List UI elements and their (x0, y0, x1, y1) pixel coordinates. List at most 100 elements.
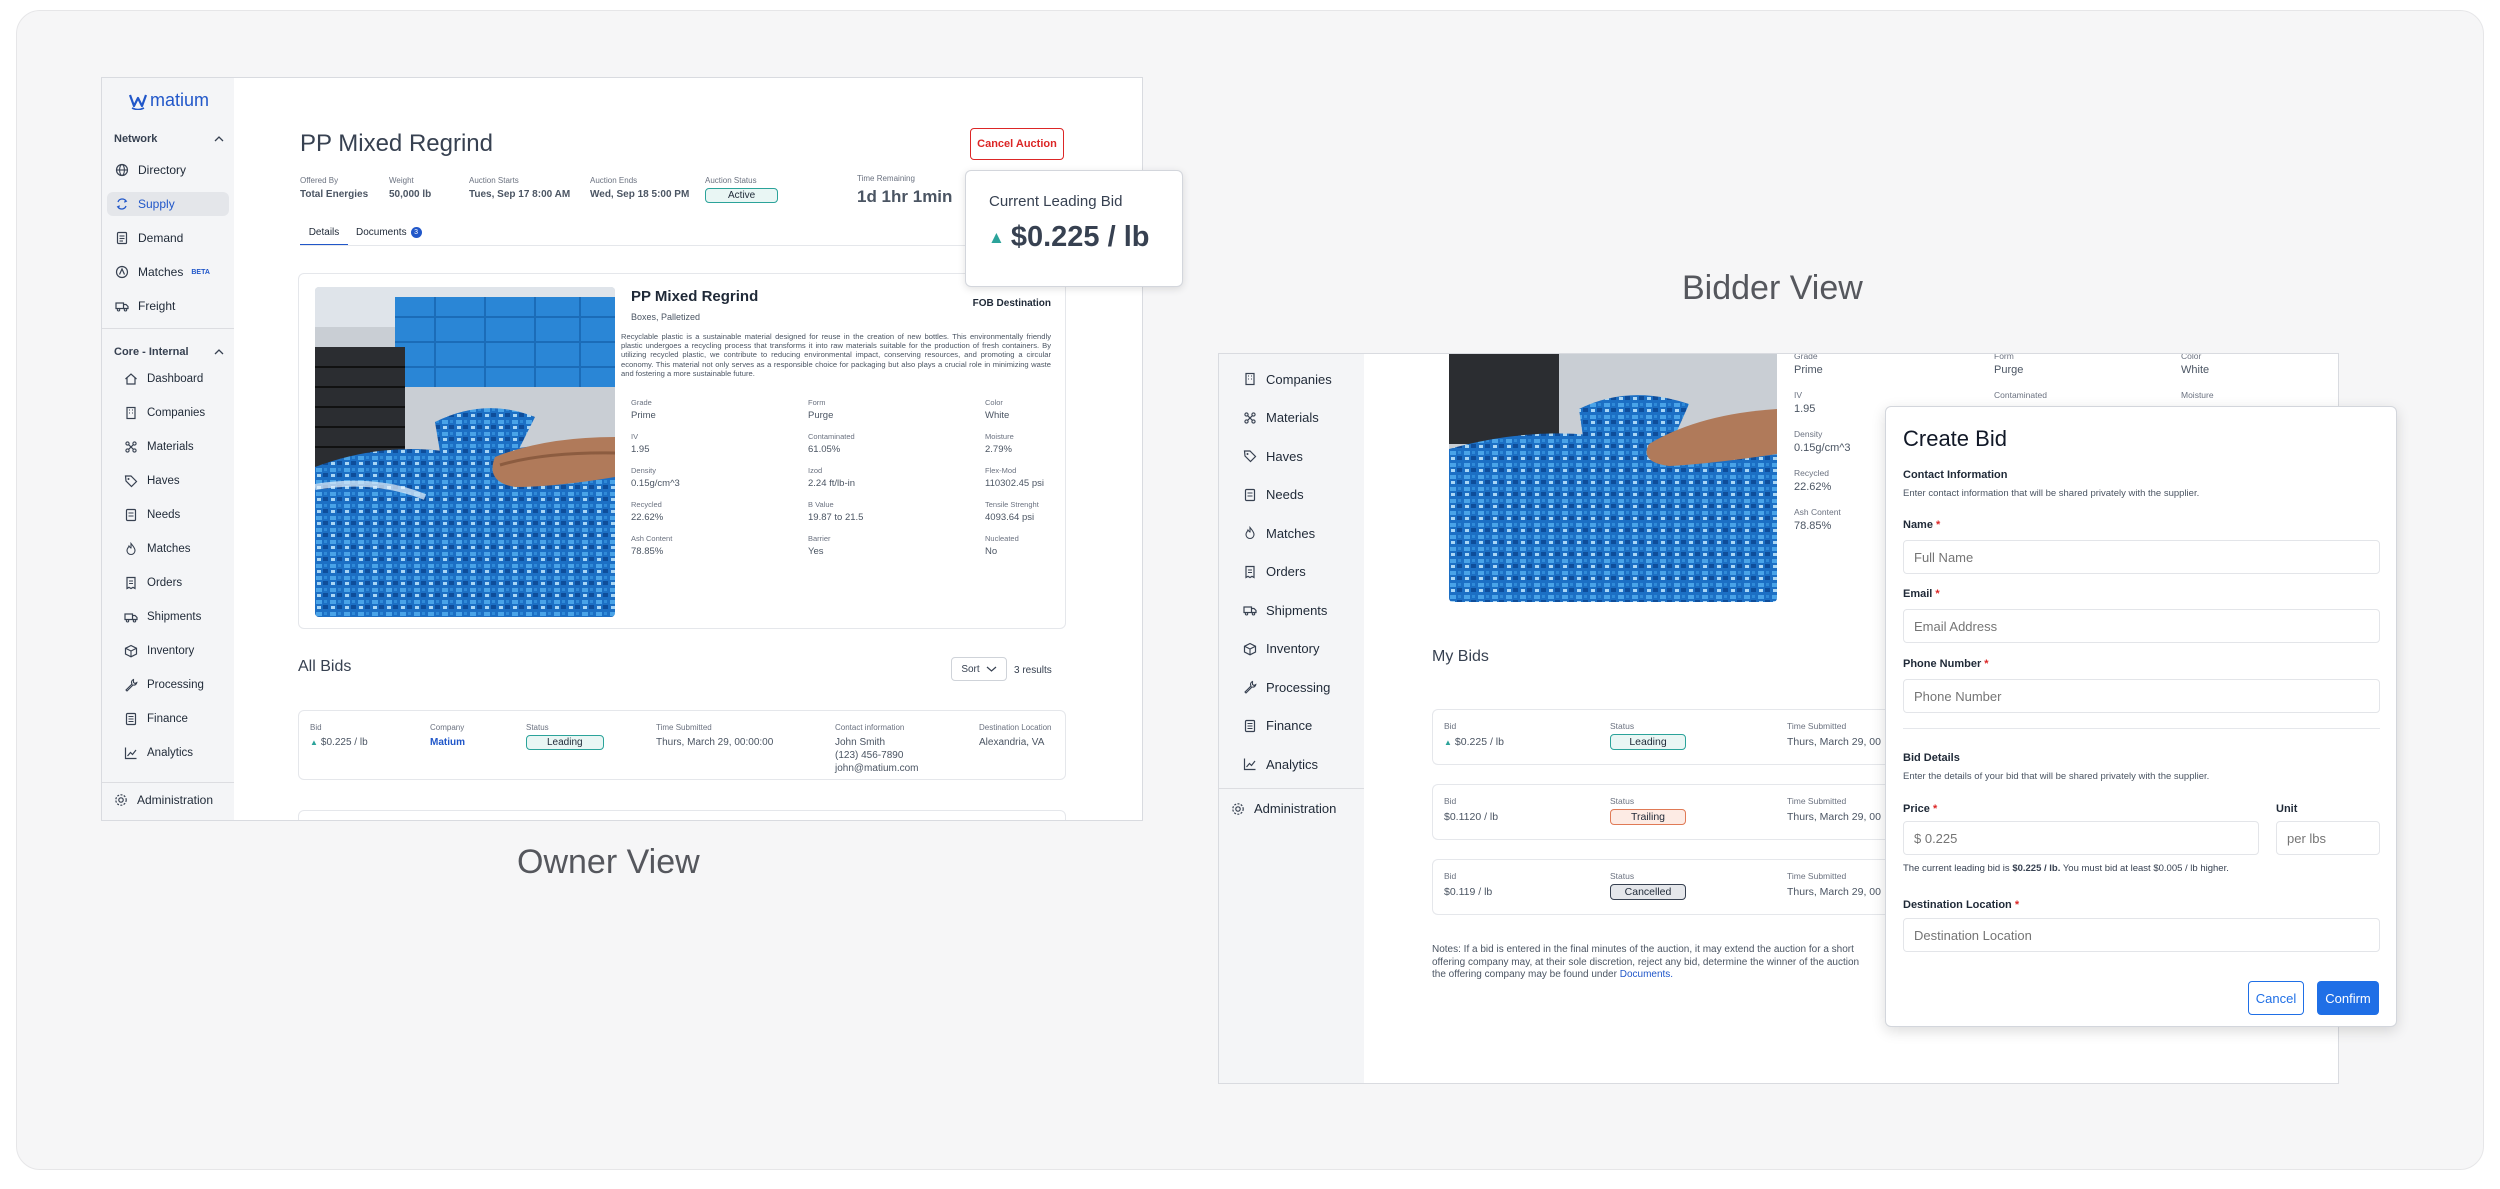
sidebar-item-demand[interactable]: Demand (107, 226, 229, 250)
spec-value: 0.15g/cm^3 (1794, 442, 1851, 454)
spec-label: Recycled (1794, 468, 1829, 478)
spec-label: Contaminated (808, 432, 855, 441)
sidebar-item-inventory[interactable]: Inventory (1235, 637, 1355, 661)
sidebar-item-directory[interactable]: Directory (107, 158, 229, 182)
email-input[interactable] (1903, 609, 2380, 643)
notes-line: Notes: If a bid is entered in the final … (1432, 944, 1854, 955)
sidebar-item-companies[interactable]: Companies (1235, 367, 1355, 391)
sidebar-item-label: Inventory (147, 645, 195, 657)
sidebar-item-orders[interactable]: Orders (116, 571, 226, 595)
sidebar-item-administration[interactable]: Administration (1231, 801, 1336, 816)
sidebar-item-analytics[interactable]: Analytics (116, 741, 226, 765)
brand-name: matium (150, 90, 210, 110)
tab-documents[interactable]: Documents 3 (356, 227, 422, 238)
required-mark: * (1935, 588, 1940, 600)
spec-izod: Izod 2.24 ft/lb-in (808, 466, 855, 489)
brand-logo[interactable]: matium (128, 90, 209, 111)
time-remaining: Time Remaining 1d 1hr 1min (857, 174, 952, 207)
sidebar-item-label: Analytics (1266, 756, 1319, 772)
create-bid-modal: Create Bid Contact Information Enter con… (1885, 406, 2397, 1027)
meta-value: Wed, Sep 18 5:00 PM (590, 189, 690, 200)
sidebar-item-inventory[interactable]: Inventory (116, 639, 226, 663)
time-value: Thurs, March 29, 00 (1787, 886, 1881, 898)
gear-icon (1232, 802, 1244, 815)
list-icon (125, 508, 137, 522)
destination-label: Destination Location * (1903, 899, 2019, 911)
sidebar-item-needs[interactable]: Needs (116, 503, 226, 527)
bid-row[interactable] (298, 810, 1066, 820)
sidebar-item-dashboard[interactable]: Dashboard (116, 367, 226, 391)
globe-icon (115, 163, 129, 177)
confirm-button[interactable]: Confirm (2317, 981, 2379, 1015)
spec-value: 2.24 ft/lb-in (808, 478, 855, 489)
status-cell: Status Leading (526, 723, 604, 750)
meta-label: Auction Ends (590, 176, 638, 185)
spec-value: Prime (631, 410, 656, 421)
bid-label: Bid (1444, 796, 1457, 806)
destination-input[interactable] (1903, 918, 2380, 952)
truck-icon (115, 302, 129, 312)
product-name: PP Mixed Regrind (631, 288, 759, 305)
phone-input[interactable] (1903, 679, 2380, 713)
sidebar-item-matches[interactable]: Matches (116, 537, 226, 561)
sidebar-item-materials[interactable]: Materials (1235, 406, 1355, 430)
sidebar-item-administration[interactable]: Administration (114, 793, 213, 807)
core-section-header[interactable]: Core - Internal (114, 346, 224, 358)
box-icon (124, 644, 138, 658)
sidebar-item-label: Inventory (1266, 641, 1320, 656)
spec-value: 110302.45 psi (985, 478, 1044, 489)
sidebar-item-matches[interactable]: Matches (1235, 521, 1355, 545)
sidebar-item-processing[interactable]: Processing (1235, 675, 1355, 699)
bid-row[interactable]: Bid $0.119 / lb Status Cancelled Time Submit… (1432, 859, 1932, 915)
sidebar-item-shipments[interactable]: Shipments (116, 605, 226, 629)
sidebar-item-label: Analytics (147, 747, 194, 759)
sidebar-item-materials[interactable]: Materials (116, 435, 226, 459)
bid-row[interactable]: Bid ▲ $0.225 / lb Status Leading Time Submitt… (1432, 709, 1932, 765)
sidebar-item-companies[interactable]: Companies (116, 401, 226, 425)
sidebar-item-shipments[interactable]: Shipments (1235, 598, 1355, 622)
bid-row[interactable]: Bid ▲ $0.225 / lb Company Matium Status L… (298, 710, 1066, 780)
company-link[interactable]: Matium (430, 737, 465, 748)
sidebar-item-matches[interactable]: Matches BETA (107, 260, 229, 284)
bid-row[interactable]: Bid $0.1120 / lb Status Trailing Time Submit… (1432, 784, 1932, 840)
sidebar-item-supply[interactable]: Supply (107, 192, 229, 216)
cancel-button[interactable]: Cancel (2248, 981, 2304, 1015)
time-label: Time Submitted (1787, 721, 1847, 731)
sidebar-item-finance[interactable]: Finance (1235, 714, 1355, 738)
time-label: Time Remaining (857, 174, 915, 183)
finance-icon (1244, 719, 1256, 732)
tag-icon (1243, 450, 1257, 463)
bid-details-heading: Bid Details (1903, 752, 1960, 764)
bid-cell: Bid ▲ $0.225 / lb (1444, 721, 1504, 748)
meta-label: Auction Starts (469, 176, 519, 185)
sidebar-item-needs[interactable]: Needs (1235, 483, 1355, 507)
sidebar-item-orders[interactable]: Orders (1235, 560, 1355, 584)
matium-logo-icon (128, 94, 148, 110)
sidebar-item-freight[interactable]: Freight (107, 294, 229, 318)
sidebar-item-haves[interactable]: Haves (1235, 444, 1355, 468)
unit-input[interactable] (2276, 821, 2380, 855)
product-card: PP Mixed Regrind Boxes, Palletized FOB D… (298, 273, 1066, 629)
molecule-icon (1244, 411, 1256, 424)
contact-label: Contact information (835, 723, 905, 732)
sort-dropdown[interactable]: Sort (951, 657, 1007, 681)
sidebar-item-processing[interactable]: Processing (116, 673, 226, 697)
spec-label: Color (985, 398, 1003, 407)
name-input[interactable] (1903, 540, 2380, 574)
cancel-auction-button[interactable]: Cancel Auction (970, 128, 1064, 160)
spec-contaminated: Contaminated (1994, 390, 2047, 403)
spec-moisture: Moisture (2181, 390, 2214, 403)
results-count: 3 results (1014, 665, 1052, 676)
spec-value: 78.85% (1794, 520, 1832, 532)
status-label: Status (1610, 871, 1635, 881)
tab-details[interactable]: Details (300, 227, 348, 246)
spec-value: 4093.64 psi (985, 512, 1035, 523)
network-section-header[interactable]: Network (114, 133, 224, 145)
sidebar-item-analytics[interactable]: Analytics (1235, 752, 1355, 776)
sidebar-item-finance[interactable]: Finance (116, 707, 226, 731)
tabs-divider (300, 245, 1070, 246)
price-input[interactable] (1903, 821, 2259, 855)
spec-barrier: Barrier Yes (808, 534, 831, 557)
sidebar-item-haves[interactable]: Haves (116, 469, 226, 493)
documents-link[interactable]: Documents. (1620, 969, 1673, 980)
